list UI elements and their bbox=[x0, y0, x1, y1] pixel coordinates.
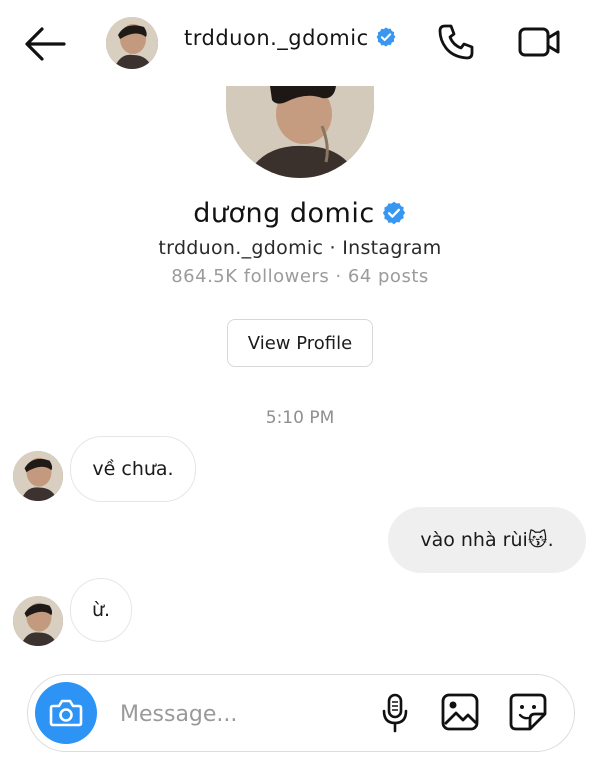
header-avatar[interactable] bbox=[106, 17, 158, 69]
call-button[interactable] bbox=[436, 22, 476, 62]
avatar-photo bbox=[106, 17, 158, 69]
avatar-photo bbox=[13, 596, 63, 646]
image-icon bbox=[441, 693, 479, 731]
arrow-left-icon bbox=[25, 27, 66, 61]
microphone-icon bbox=[382, 693, 408, 733]
profile-picture[interactable] bbox=[226, 86, 374, 178]
message-bubble-outgoing[interactable]: vào nhà rùi😽. bbox=[388, 507, 586, 573]
video-call-button[interactable] bbox=[516, 24, 562, 60]
view-profile-button[interactable]: View Profile bbox=[227, 319, 373, 367]
profile-photo bbox=[226, 86, 374, 178]
verified-badge-icon bbox=[381, 200, 407, 226]
verified-badge-icon bbox=[375, 26, 397, 48]
camera-button[interactable] bbox=[35, 682, 97, 744]
message-text: về chưa. bbox=[92, 458, 174, 480]
display-name-text: dương domic bbox=[193, 198, 375, 229]
profile-handle-line: trdduon._gdomic · Instagram bbox=[158, 237, 442, 259]
message-input[interactable] bbox=[120, 696, 360, 732]
message-text: ừ. bbox=[91, 599, 111, 621]
sticker-button[interactable] bbox=[508, 692, 548, 732]
video-camera-icon bbox=[518, 27, 560, 57]
avatar-photo bbox=[13, 451, 63, 501]
gallery-button[interactable] bbox=[440, 692, 480, 732]
voice-message-button[interactable] bbox=[380, 692, 410, 734]
profile-display-name: dương domic bbox=[0, 198, 600, 229]
camera-icon bbox=[49, 699, 83, 727]
message-text: vào nhà rùi😽. bbox=[420, 529, 554, 551]
message-bubble-incoming[interactable]: về chưa. bbox=[70, 436, 196, 502]
header-username[interactable]: trdduon._gdomic bbox=[184, 26, 397, 50]
header-username-text: trdduon._gdomic bbox=[184, 26, 369, 50]
sender-avatar[interactable] bbox=[13, 596, 63, 646]
message-timestamp: 5:10 PM bbox=[265, 408, 335, 428]
sticker-icon bbox=[509, 693, 547, 731]
sender-avatar[interactable] bbox=[13, 451, 63, 501]
phone-icon bbox=[438, 24, 474, 60]
profile-stats-line: 864.5K followers · 64 posts bbox=[171, 266, 429, 287]
back-button[interactable] bbox=[22, 24, 68, 64]
message-bubble-incoming[interactable]: ừ. bbox=[70, 578, 132, 642]
